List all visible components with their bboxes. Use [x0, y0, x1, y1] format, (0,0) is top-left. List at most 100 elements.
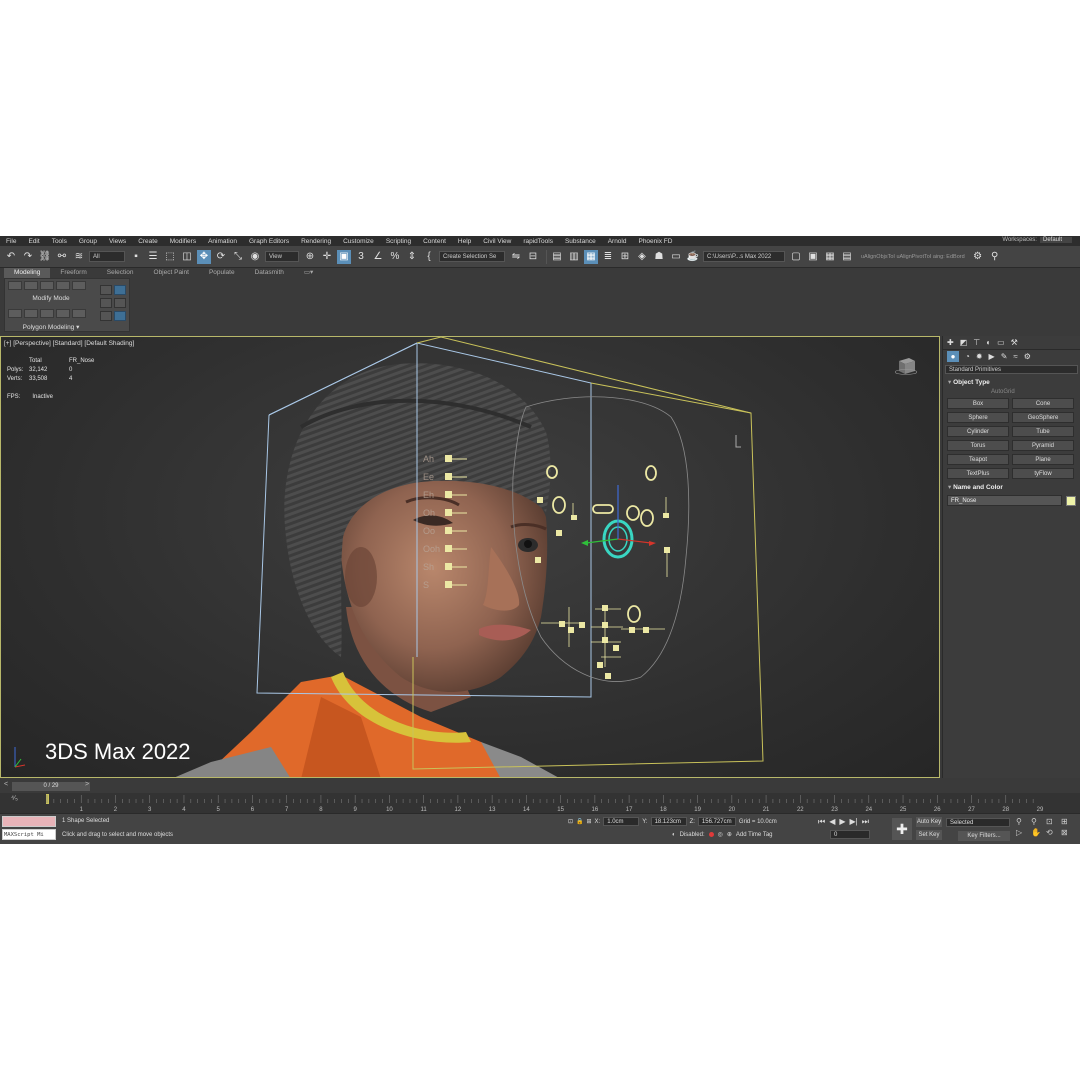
phoneme-slider-handle[interactable]: [445, 563, 452, 570]
set-key-button[interactable]: Set Key: [916, 830, 942, 840]
go-to-start-icon[interactable]: ⏮: [818, 817, 825, 827]
perspective-viewport[interactable]: Ah Ee Eh Oh Oo Ooh Sh S [+] [Perspective…: [0, 336, 940, 778]
menu-rapidtools[interactable]: rapidTools: [517, 238, 553, 245]
menu-content[interactable]: Content: [417, 238, 446, 245]
utilities-tab-icon[interactable]: ⚒: [1011, 338, 1018, 347]
menu-customize[interactable]: Customize: [337, 238, 374, 245]
ribbon-side-button[interactable]: [100, 298, 112, 308]
workspace-selector[interactable]: Workspaces: Default: [1002, 237, 1072, 243]
motion-tab-icon[interactable]: ◐: [986, 338, 991, 347]
ribbon-side-button[interactable]: [114, 298, 126, 308]
rig-box[interactable]: [605, 673, 611, 679]
select-move-icon[interactable]: ✥: [197, 249, 211, 264]
previous-frame-icon[interactable]: ◀: [829, 817, 835, 827]
workspace-value[interactable]: Default: [1039, 237, 1072, 243]
viewport-label[interactable]: [+] [Perspective] [Standard] [Default Sh…: [4, 340, 134, 347]
zoom-all-icon[interactable]: ⚲: [1031, 817, 1044, 826]
rig-box[interactable]: [556, 530, 562, 536]
sphere-button[interactable]: Sphere: [947, 412, 1009, 423]
teapot-button[interactable]: Teapot: [947, 454, 1009, 465]
schematic-view-icon[interactable]: ⊞: [618, 250, 632, 264]
undo-icon[interactable]: ↶: [4, 250, 18, 264]
systems-icon[interactable]: ⚙: [1024, 352, 1031, 361]
tool-icon[interactable]: ⚙: [971, 250, 985, 264]
rig-box[interactable]: [579, 622, 585, 628]
object-color-swatch[interactable]: [1066, 495, 1076, 506]
phoneme-slider-handle[interactable]: [445, 509, 452, 516]
ribbon-tool-button[interactable]: [8, 309, 22, 318]
rig-circle-control[interactable]: [640, 509, 654, 527]
render-online-icon[interactable]: ▤: [840, 250, 854, 264]
maxscript-input[interactable]: [2, 816, 56, 827]
ribbon-tool-button[interactable]: [40, 309, 54, 318]
bind-spacewarp-icon[interactable]: ≋: [72, 250, 86, 264]
zoom-extents-all-icon[interactable]: ⊞: [1061, 817, 1074, 826]
go-to-end-icon[interactable]: ⏭: [862, 817, 869, 827]
keyboard-shortcut-override-icon[interactable]: ▣: [337, 249, 351, 264]
rig-box[interactable]: [664, 547, 670, 553]
textplus-button[interactable]: TextPlus: [947, 468, 1009, 479]
move-gizmo[interactable]: [581, 485, 656, 546]
menu-modifiers[interactable]: Modifiers: [164, 238, 196, 245]
curve-editor-icon[interactable]: ≣: [601, 250, 615, 264]
maximize-viewport-icon[interactable]: ⊠: [1061, 828, 1074, 837]
helpers-icon[interactable]: ✎: [1001, 352, 1008, 361]
rig-controls[interactable]: [546, 465, 657, 623]
pan-icon[interactable]: ✋: [1031, 828, 1044, 837]
window-crossing-icon[interactable]: ◫: [180, 250, 194, 264]
ribbon-side-button[interactable]: [114, 285, 126, 295]
spacewarps-icon[interactable]: ≈: [1013, 352, 1017, 361]
polygon-modeling-dropdown[interactable]: Polygon Modeling ▾: [5, 323, 97, 331]
selection-lock-icon[interactable]: ◎: [718, 831, 723, 838]
menu-tools[interactable]: Tools: [46, 238, 67, 245]
menu-file[interactable]: File: [0, 238, 16, 245]
rig-circle-control[interactable]: [552, 496, 566, 514]
phoneme-slider-handle[interactable]: [445, 455, 452, 462]
menu-help[interactable]: Help: [452, 238, 471, 245]
align-icon[interactable]: ⊟: [526, 250, 540, 264]
ribbon-side-button[interactable]: [100, 311, 112, 321]
pivot-center-icon[interactable]: ⊕: [303, 250, 317, 264]
geometry-icon[interactable]: ●: [947, 350, 959, 362]
pyramid-button[interactable]: Pyramid: [1012, 440, 1074, 451]
track-bar[interactable]: 1 2 3 4 5 6 7 8 9 10 11 12 13 14 15 16 17 18 19 20 21 22 23 24 2…: [0, 793, 1080, 813]
menu-edit[interactable]: Edit: [22, 238, 39, 245]
rig-box[interactable]: [537, 497, 543, 503]
y-coordinate-field[interactable]: 18.123cm: [650, 817, 687, 826]
ribbon-tool-button[interactable]: [56, 281, 70, 290]
layer-explorer-icon[interactable]: ▥: [567, 250, 581, 264]
spinner-snap-icon[interactable]: ⇕: [405, 250, 419, 264]
field-of-view-icon[interactable]: ▷: [1016, 828, 1029, 837]
plane-button[interactable]: Plane: [1012, 454, 1074, 465]
torus-button[interactable]: Torus: [947, 440, 1009, 451]
time-slider-handle[interactable]: 0 / 29: [12, 782, 90, 791]
tab-object-paint[interactable]: Object Paint: [144, 268, 199, 278]
rig-box[interactable]: [629, 627, 635, 633]
menu-graph-editors[interactable]: Graph Editors: [243, 238, 289, 245]
time-slider[interactable]: < 0 / 29 >: [0, 780, 1080, 792]
redo-icon[interactable]: ↷: [21, 250, 35, 264]
snaps-toggle-icon[interactable]: 3: [354, 250, 368, 264]
phoneme-slider-handle[interactable]: [445, 581, 452, 588]
named-selection-dropdown[interactable]: Create Selection Se: [439, 251, 505, 262]
zoom-extents-icon[interactable]: ⊡: [1046, 817, 1059, 826]
ribbon-side-button[interactable]: [114, 311, 126, 321]
object-name-field[interactable]: FR_Nose: [947, 495, 1062, 506]
z-coordinate-field[interactable]: 156.727cm: [697, 817, 736, 826]
rig-box[interactable]: [602, 637, 608, 643]
menu-substance[interactable]: Substance: [559, 238, 596, 245]
box-button[interactable]: Box: [947, 398, 1009, 409]
ribbon-side-button[interactable]: [100, 285, 112, 295]
auto-key-button[interactable]: Auto Key: [916, 817, 942, 827]
render-setup-icon[interactable]: ☗: [652, 250, 666, 264]
rig-circle-control[interactable]: [627, 605, 641, 623]
rig-box[interactable]: [535, 557, 541, 563]
rig-circle-control[interactable]: [645, 465, 657, 481]
add-time-tag[interactable]: Add Time Tag: [736, 832, 773, 838]
adaptive-degradation-icon[interactable]: ◐: [672, 832, 676, 838]
next-frame-button[interactable]: >: [85, 781, 89, 788]
ribbon-tool-button[interactable]: [40, 281, 54, 290]
scene-explorer-icon[interactable]: ▤: [550, 250, 564, 264]
rig-box[interactable]: [643, 627, 649, 633]
key-filters-button[interactable]: Key Filters...: [958, 831, 1010, 841]
